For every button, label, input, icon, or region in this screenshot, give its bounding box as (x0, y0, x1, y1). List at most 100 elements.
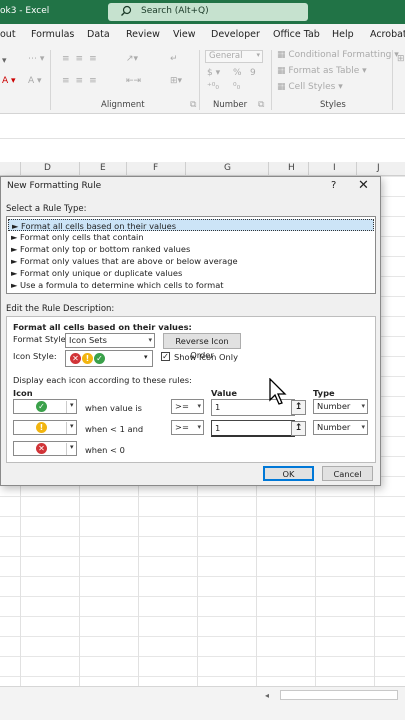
help-icon[interactable]: ? (331, 180, 336, 191)
value-input-row2[interactable]: 1 (211, 420, 295, 437)
cancel-button[interactable]: Cancel (322, 466, 373, 481)
search-box[interactable]: Search (Alt+Q) (108, 3, 308, 21)
currency-icon[interactable]: $ ▾ (207, 68, 220, 78)
tab-help[interactable]: Help (332, 29, 354, 40)
decrease-decimal-icon[interactable]: ⁰₀ (233, 82, 240, 92)
column-header-f[interactable]: F (153, 163, 158, 173)
green-check-icon: ✓ (36, 401, 47, 412)
chevron-down-icon: ▾ (361, 423, 365, 431)
column-header-e[interactable]: E (100, 163, 106, 173)
ribbon: ▾ A ▾ ⋯ ▾ A ▾ ≡≡≡ ≡≡≡ ↗▾ ⇤⇥ ↵ ⊞▾ Alignme… (0, 46, 405, 114)
rule-type-item[interactable]: ► Format all cells based on their values (8, 219, 374, 231)
conditional-formatting-button[interactable]: ▦ Conditional Formatting ▾ (277, 50, 399, 60)
type-select-row2[interactable]: Number ▾ (313, 420, 368, 435)
chevron-down-icon: ▾ (197, 402, 201, 410)
tab-data[interactable]: Data (87, 29, 110, 40)
column-header-i[interactable]: I (333, 163, 336, 173)
format-style-select[interactable]: Icon Sets ▾ (65, 333, 155, 348)
display-rules-label: Display each icon according to these rul… (13, 375, 192, 385)
chevron-down-icon: ▾ (256, 51, 260, 59)
number-format-select[interactable]: General ▾ (205, 50, 263, 63)
chevron-down-icon: ▾ (148, 336, 152, 344)
operator-select-row1[interactable]: >= ▾ (171, 399, 204, 414)
icon-set-preview: ✕! ✓ (70, 353, 105, 364)
range-select-icon[interactable]: ↥ (291, 421, 306, 436)
indent-icons[interactable]: ⇤⇥ (126, 76, 141, 86)
operator-select-row2[interactable]: >= ▾ (171, 420, 204, 435)
increase-decimal-icon[interactable]: ⁺⁰₀ (207, 82, 219, 92)
red-cross-icon: ✕ (36, 443, 47, 454)
tab-formulas[interactable]: Formulas (31, 29, 74, 40)
rule-type-item[interactable]: ► Use a formula to determine which cells… (8, 279, 374, 291)
column-headers: D E F G H I J (0, 162, 405, 176)
ribbon-separator (199, 50, 200, 110)
chevron-down-icon: ▾ (197, 423, 201, 431)
icon-select-row3[interactable]: ✕ ▾ (13, 441, 77, 456)
yellow-exclamation-icon: ! (82, 353, 93, 364)
tab-layout[interactable]: out (0, 29, 16, 40)
reverse-icon-order-button[interactable]: Reverse Icon Order (163, 333, 241, 360)
value-column-header: Value (211, 388, 237, 398)
number-launcher-icon[interactable]: ⧉ (258, 100, 264, 110)
alignment-group-label: Alignment (101, 100, 145, 110)
type-select-row1[interactable]: Number ▾ (313, 399, 368, 414)
range-select-icon[interactable]: ↥ (291, 400, 306, 415)
icon-select-row1[interactable]: ✓ ▾ (13, 399, 77, 414)
type-column-header: Type (313, 388, 335, 398)
formula-bar-area (0, 114, 405, 162)
column-header-d[interactable]: D (44, 163, 51, 173)
show-icon-only-checkbox[interactable]: ✓ (161, 352, 170, 361)
search-icon (120, 5, 132, 20)
icon-select-row2[interactable]: ! ▾ (13, 420, 77, 435)
styles-group-label: Styles (320, 100, 346, 110)
horizontal-align-icons[interactable]: ≡≡≡ (62, 76, 103, 86)
rule-type-item[interactable]: ► Format only top or bottom ranked value… (8, 243, 374, 255)
format-style-label: Format Style: (13, 334, 69, 344)
chevron-down-icon: ▾ (361, 402, 365, 410)
tab-acrobat[interactable]: Acrobat (370, 29, 405, 40)
column-header-j[interactable]: J (377, 163, 380, 173)
fill-color-icon[interactable]: A ▾ (28, 76, 42, 86)
condition-row3: when < 0 (85, 445, 125, 455)
chevron-down-icon: ▾ (70, 401, 74, 409)
cell-styles-button[interactable]: ▦ Cell Styles ▾ (277, 82, 343, 92)
column-header-g[interactable]: G (224, 163, 231, 173)
scrollbar-track[interactable] (280, 690, 398, 700)
chevron-down-icon: ▾ (70, 443, 74, 451)
orientation-icon[interactable]: ↗▾ (126, 54, 138, 64)
alignment-launcher-icon[interactable]: ⧉ (190, 100, 196, 110)
font-color-icon[interactable]: A ▾ (2, 76, 16, 86)
search-placeholder: Search (Alt+Q) (141, 6, 209, 16)
close-icon[interactable]: ✕ (358, 178, 369, 193)
rule-type-item[interactable]: ► Format only cells that contain (8, 231, 374, 243)
scroll-left-icon[interactable]: ◂ (265, 691, 269, 700)
merge-icon[interactable]: ⊞▾ (170, 76, 182, 86)
chevron-down-icon: ▾ (144, 353, 148, 361)
rule-type-list[interactable]: ► Format all cells based on their values… (6, 216, 376, 294)
ribbon-tabs: out Formulas Data Review View Developer … (0, 24, 405, 46)
rule-type-item[interactable]: ► Format only unique or duplicate values (8, 267, 374, 279)
rule-description-panel: Format all cells based on their values: … (6, 316, 376, 463)
tab-office-tab[interactable]: Office Tab (273, 29, 320, 40)
borders-icon[interactable]: ⋯ ▾ (28, 54, 44, 64)
ok-button[interactable]: OK (263, 466, 314, 481)
tab-developer[interactable]: Developer (211, 29, 260, 40)
format-as-table-button[interactable]: ▦ Format as Table ▾ (277, 66, 367, 76)
percent-icon[interactable]: % (233, 68, 242, 78)
vertical-align-icons[interactable]: ≡≡≡ (62, 54, 103, 64)
font-size-down-icon[interactable]: ▾ (2, 56, 7, 66)
yellow-exclamation-icon: ! (36, 422, 47, 433)
comma-style-icon[interactable]: 9 (250, 68, 256, 78)
horizontal-scrollbar[interactable]: ◂ (0, 686, 405, 720)
insert-icon[interactable]: ⊞ (397, 54, 405, 64)
wrap-text-icon[interactable]: ↵ (170, 54, 178, 64)
tab-review[interactable]: Review (126, 29, 160, 40)
column-header-h[interactable]: H (288, 163, 295, 173)
tab-view[interactable]: View (173, 29, 196, 40)
ribbon-separator (392, 50, 393, 110)
rule-type-item[interactable]: ► Format only values that are above or b… (8, 255, 374, 267)
show-icon-only-label: Show Icon Only (174, 352, 239, 362)
icon-style-select[interactable]: ✕! ✓ ▾ (65, 350, 153, 367)
select-rule-type-label: Select a Rule Type: (6, 204, 87, 214)
green-check-icon: ✓ (94, 353, 105, 364)
